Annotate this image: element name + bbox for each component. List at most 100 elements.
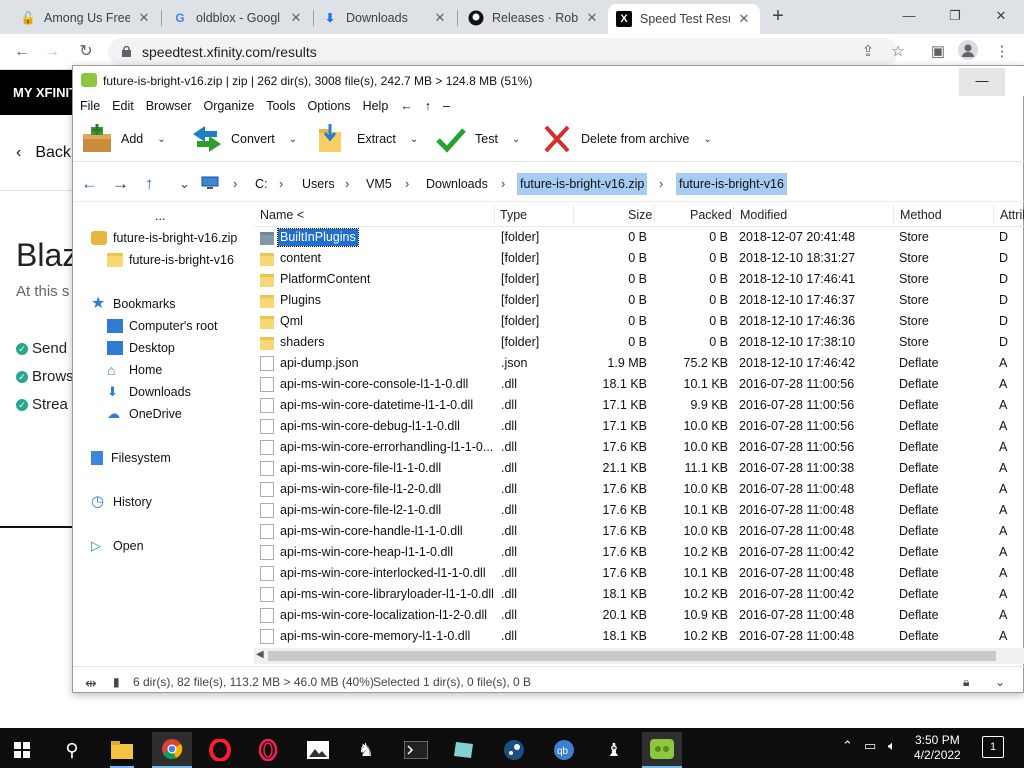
browser-tab-active[interactable]: X Speed Test Resu ✕ bbox=[608, 4, 760, 34]
show-hidden-icons-chevron[interactable]: ⌃ bbox=[842, 738, 853, 754]
tree-item-onedrive[interactable]: ☁ OneDrive bbox=[107, 405, 182, 423]
network-icon[interactable]: ▭ bbox=[864, 738, 876, 754]
tree-item-open[interactable]: ▷ Open bbox=[91, 537, 144, 555]
up-arrow-icon[interactable]: ↑ bbox=[145, 174, 154, 194]
restore-icon[interactable]: ❐ bbox=[932, 2, 978, 30]
file-list-row[interactable]: shaders [folder] 0 B 0 B 2018-12-10 17:38:10… bbox=[254, 332, 1024, 353]
back-arrow-icon[interactable]: ← bbox=[81, 174, 98, 194]
side-panel-icon[interactable]: ▣ bbox=[926, 40, 950, 64]
file-list-row[interactable]: api-ms-win-core-interlocked-l1-1-0.dll .d… bbox=[254, 563, 1024, 584]
bookmark-star-icon[interactable]: ☆ bbox=[886, 40, 910, 64]
menu-collapse[interactable]: – bbox=[437, 96, 456, 116]
chevron-down-icon[interactable]: ⌄ bbox=[512, 134, 520, 145]
extract-button[interactable]: Extract ⌄ bbox=[317, 122, 418, 156]
file-list-row[interactable]: api-ms-win-core-localization-l1-2-0.dll.… bbox=[254, 605, 1024, 626]
browser-tab[interactable]: ⬇ Downloads ✕ bbox=[314, 4, 456, 32]
file-list-row[interactable]: api-ms-win-core-file-l2-1-0.dll .dll 17.6 … bbox=[254, 500, 1024, 521]
file-list-row[interactable]: api-dump.json .json 1.9 MB 75.2 KB 2018-12-1… bbox=[254, 353, 1024, 374]
file-explorer-icon[interactable] bbox=[102, 732, 142, 768]
tree-item-home[interactable]: ⌂ Home bbox=[107, 361, 162, 379]
file-list-row[interactable]: api-ms-win-core-memory-l1-1-0.dll .dll 18.… bbox=[254, 626, 1024, 647]
tree-item-computer-root[interactable]: Computer's root bbox=[107, 317, 218, 335]
xfinity-brand-bar[interactable]: MY XFINITY bbox=[0, 70, 80, 115]
computer-icon[interactable] bbox=[201, 173, 219, 195]
terminal-icon[interactable] bbox=[396, 732, 436, 768]
breadcrumb-archive[interactable]: future-is-bright-v16.zip bbox=[517, 173, 648, 195]
tree-more[interactable]: ... bbox=[155, 207, 165, 225]
breadcrumb-users[interactable]: Users bbox=[299, 173, 338, 195]
menu-organize[interactable]: Organize bbox=[198, 96, 261, 116]
reload-icon[interactable]: ↻ bbox=[74, 40, 98, 64]
chevron-down-icon[interactable]: ⌄ bbox=[410, 134, 418, 145]
close-tab-icon[interactable]: ✕ bbox=[288, 10, 304, 26]
window-title-bar[interactable]: future-is-bright-v16.zip | zip | 262 dir… bbox=[73, 66, 1024, 96]
peazip-icon[interactable] bbox=[642, 732, 682, 768]
app-blue-icon[interactable]: ♝ bbox=[594, 732, 634, 768]
chess-knight-icon[interactable]: ♞ bbox=[346, 732, 386, 768]
test-button[interactable]: Test ⌄ bbox=[435, 122, 520, 156]
qbittorrent-icon[interactable]: qb bbox=[544, 732, 584, 768]
tree-item-history[interactable]: ◷ History bbox=[91, 493, 152, 511]
add-button[interactable]: Add ⌄ bbox=[81, 122, 166, 156]
menu-up-arrow[interactable]: ↑ bbox=[419, 96, 437, 116]
delete-from-archive-button[interactable]: Delete from archive ⌄ bbox=[541, 122, 712, 156]
minimize-icon[interactable]: — bbox=[959, 68, 1005, 96]
file-list-row[interactable]: api-ms-win-core-datetime-l1-1-0.dll .dll 1… bbox=[254, 395, 1024, 416]
opera-icon[interactable] bbox=[200, 732, 240, 768]
profile-avatar-icon[interactable] bbox=[956, 40, 980, 64]
column-header-name[interactable]: Name < bbox=[260, 208, 304, 222]
column-header-modified[interactable]: Modified bbox=[740, 208, 787, 222]
search-icon[interactable]: ⚲ bbox=[52, 732, 92, 768]
breadcrumb-vm5[interactable]: VM5 bbox=[363, 173, 395, 195]
menu-back-arrow[interactable]: ← bbox=[394, 96, 419, 116]
steam-icon[interactable] bbox=[494, 732, 534, 768]
file-list-row[interactable]: api-ms-win-core-file-l1-1-0.dll .dll 21.1 … bbox=[254, 458, 1024, 479]
horizontal-scrollbar[interactable]: ◀ bbox=[254, 648, 1024, 664]
chevron-down-icon[interactable]: ⌄ bbox=[289, 134, 297, 145]
close-tab-icon[interactable]: ✕ bbox=[584, 10, 600, 26]
padlock-icon[interactable]: 🔒︎ bbox=[963, 675, 969, 690]
tree-item-archive[interactable]: future-is-bright-v16.zip bbox=[91, 229, 237, 247]
file-list-row[interactable]: api-ms-win-core-heap-l1-1-0.dll .dll 17.6 … bbox=[254, 542, 1024, 563]
notification-center-icon[interactable]: 1 bbox=[982, 736, 1004, 758]
column-header-size[interactable]: Size bbox=[628, 208, 652, 222]
menu-file[interactable]: File bbox=[73, 96, 106, 116]
browser-tab[interactable]: Releases · Roblo ✕ bbox=[460, 4, 608, 32]
column-header-type[interactable]: Type bbox=[500, 208, 527, 222]
scrollbar-thumb[interactable] bbox=[268, 651, 996, 661]
breadcrumb-archive-folder[interactable]: future-is-bright-v16 bbox=[676, 173, 787, 195]
file-list-row[interactable]: BuiltInPlugins [folder] 0 B 0 B 2018-12-07 2… bbox=[254, 227, 1024, 248]
photos-icon[interactable] bbox=[298, 732, 338, 768]
address-bar[interactable]: speedtest.xfinity.com/results bbox=[108, 38, 898, 66]
menu-help[interactable]: Help bbox=[357, 96, 395, 116]
forward-arrow-icon[interactable]: → bbox=[40, 40, 64, 64]
close-tab-icon[interactable]: ✕ bbox=[432, 10, 448, 26]
notepad-icon[interactable] bbox=[444, 732, 484, 768]
file-list-row[interactable]: Qml [folder] 0 B 0 B 2018-12-10 17:46:36 Stor… bbox=[254, 311, 1024, 332]
close-tab-icon[interactable]: ✕ bbox=[736, 11, 752, 27]
chevron-down-icon[interactable]: ⌄ bbox=[157, 134, 165, 145]
chrome-icon[interactable] bbox=[152, 732, 192, 768]
column-header-packed[interactable]: Packed bbox=[690, 208, 732, 222]
file-list-row[interactable]: api-ms-win-core-errorhandling-l1-1-0....… bbox=[254, 437, 1024, 458]
file-list-row[interactable]: Plugins [folder] 0 B 0 B 2018-12-10 17:46:37… bbox=[254, 290, 1024, 311]
volume-icon[interactable]: 🔈︎ bbox=[888, 738, 896, 754]
browser-tab[interactable]: G oldblox - Googl ✕ bbox=[164, 4, 312, 32]
file-list-row[interactable]: api-ms-win-core-console-l1-1-0.dll .dll 18… bbox=[254, 374, 1024, 395]
chevron-down-icon[interactable]: ⌄ bbox=[995, 675, 1005, 689]
file-list-row[interactable]: api-ms-win-core-handle-l1-1-0.dll .dll 17.… bbox=[254, 521, 1024, 542]
file-list-row[interactable]: api-ms-win-core-debug-l1-1-0.dll .dll 17.1… bbox=[254, 416, 1024, 437]
tree-item-filesystem[interactable]: Filesystem bbox=[91, 449, 171, 467]
breadcrumb-drive[interactable]: C: bbox=[252, 173, 271, 195]
tree-item-bookmarks[interactable]: ★ Bookmarks bbox=[91, 295, 176, 313]
chevron-down-icon[interactable]: ⌄ bbox=[703, 134, 711, 145]
new-tab-button[interactable]: + bbox=[766, 5, 790, 29]
forward-arrow-icon[interactable]: → bbox=[112, 174, 129, 194]
scroll-left-icon[interactable]: ◀ bbox=[256, 649, 264, 660]
tree-item-desktop[interactable]: Desktop bbox=[107, 339, 175, 357]
history-dropdown-icon[interactable]: ⌄ bbox=[179, 173, 190, 195]
system-clock[interactable]: 3:50 PM 4/2/2022 bbox=[914, 733, 961, 763]
menu-options[interactable]: Options bbox=[301, 96, 356, 116]
windows-start-icon[interactable] bbox=[2, 732, 42, 768]
browser-tab[interactable]: 🔓 Among Us Free ✕ bbox=[12, 4, 160, 32]
